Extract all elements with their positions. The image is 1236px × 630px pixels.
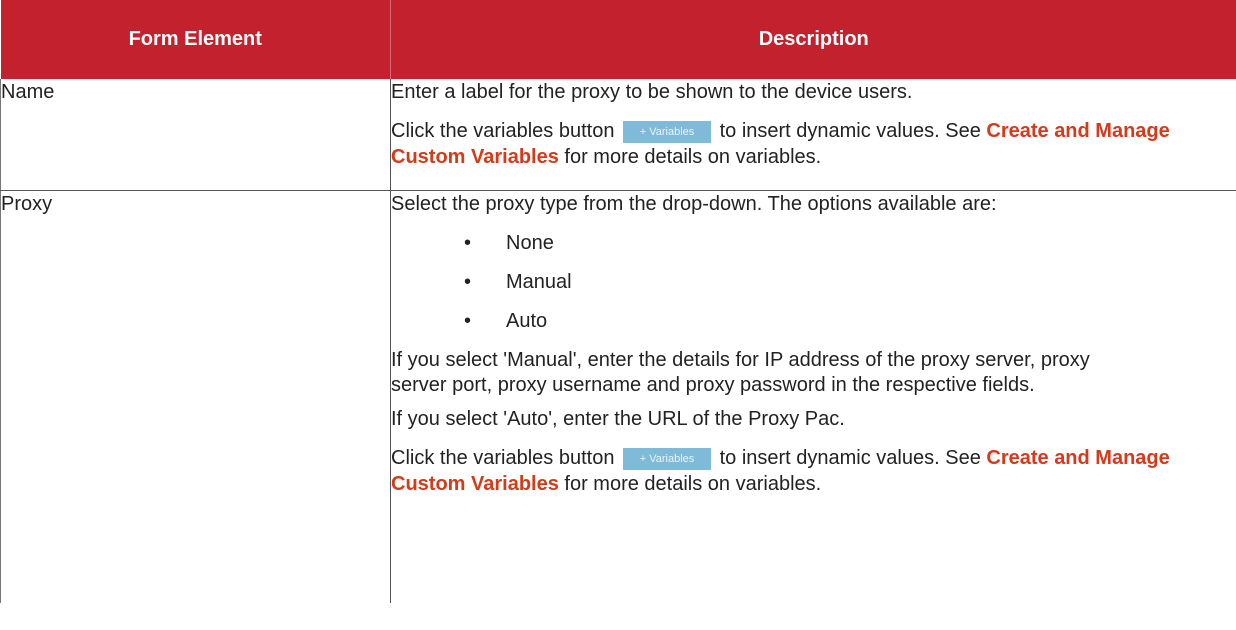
table-row-name: Name Enter a label for the proxy to be s… <box>0 79 1236 191</box>
proxy-variables-paragraph: Click the variables button + Variables t… <box>391 445 1236 497</box>
description-cell: Select the proxy type from the drop-down… <box>390 190 1236 603</box>
more-details-text: for more details on variables. <box>558 473 822 495</box>
bullet-icon: • <box>464 271 472 293</box>
list-item: • Auto <box>391 308 1236 334</box>
bullet-icon: • <box>464 232 472 254</box>
click-variables-text: Click the variables button <box>391 120 615 142</box>
list-item: • None <box>391 230 1236 256</box>
option-manual: Manual <box>506 271 572 293</box>
name-description-text: Enter a label for the proxy to be shown … <box>391 81 913 103</box>
proxy-description-text: Select the proxy type from the drop-down… <box>391 193 997 215</box>
manual-instructions-line1: If you select 'Manual', enter the detail… <box>391 349 1090 371</box>
variables-button[interactable]: + Variables <box>623 121 712 143</box>
header-description: Description <box>390 0 1236 79</box>
table-row-proxy: Proxy Select the proxy type from the dro… <box>0 190 1236 603</box>
option-auto: Auto <box>506 310 548 332</box>
proxy-options-list: • None • Manual • Auto <box>391 230 1236 334</box>
option-none: None <box>506 232 554 254</box>
manual-instructions-line2: server port, proxy username and proxy pa… <box>391 374 1035 396</box>
auto-instructions-text: If you select 'Auto', enter the URL of t… <box>391 408 845 430</box>
bullet-icon: • <box>464 310 472 332</box>
click-variables-text: Click the variables button <box>391 447 615 469</box>
insert-dynamic-text: to insert dynamic values. See <box>719 120 987 142</box>
form-elements-table: Form Element Description Name Enter a la… <box>0 0 1236 603</box>
form-element-cell: Proxy <box>0 190 391 603</box>
form-element-label-proxy: Proxy <box>1 193 53 215</box>
more-details-text: for more details on variables. <box>558 146 822 168</box>
table-header-row: Form Element Description <box>0 0 1236 79</box>
variables-button[interactable]: + Variables <box>623 448 712 470</box>
form-element-cell: Name <box>0 79 391 191</box>
form-element-label-name: Name <box>1 81 55 103</box>
description-cell: Enter a label for the proxy to be shown … <box>390 79 1236 191</box>
insert-dynamic-text: to insert dynamic values. See <box>719 447 987 469</box>
manual-instructions-paragraph: If you select 'Manual', enter the detail… <box>391 348 1236 398</box>
name-variables-paragraph: Click the variables button + Variables t… <box>391 118 1236 170</box>
list-item: • Manual <box>391 269 1236 295</box>
header-form-element: Form Element <box>0 0 391 79</box>
